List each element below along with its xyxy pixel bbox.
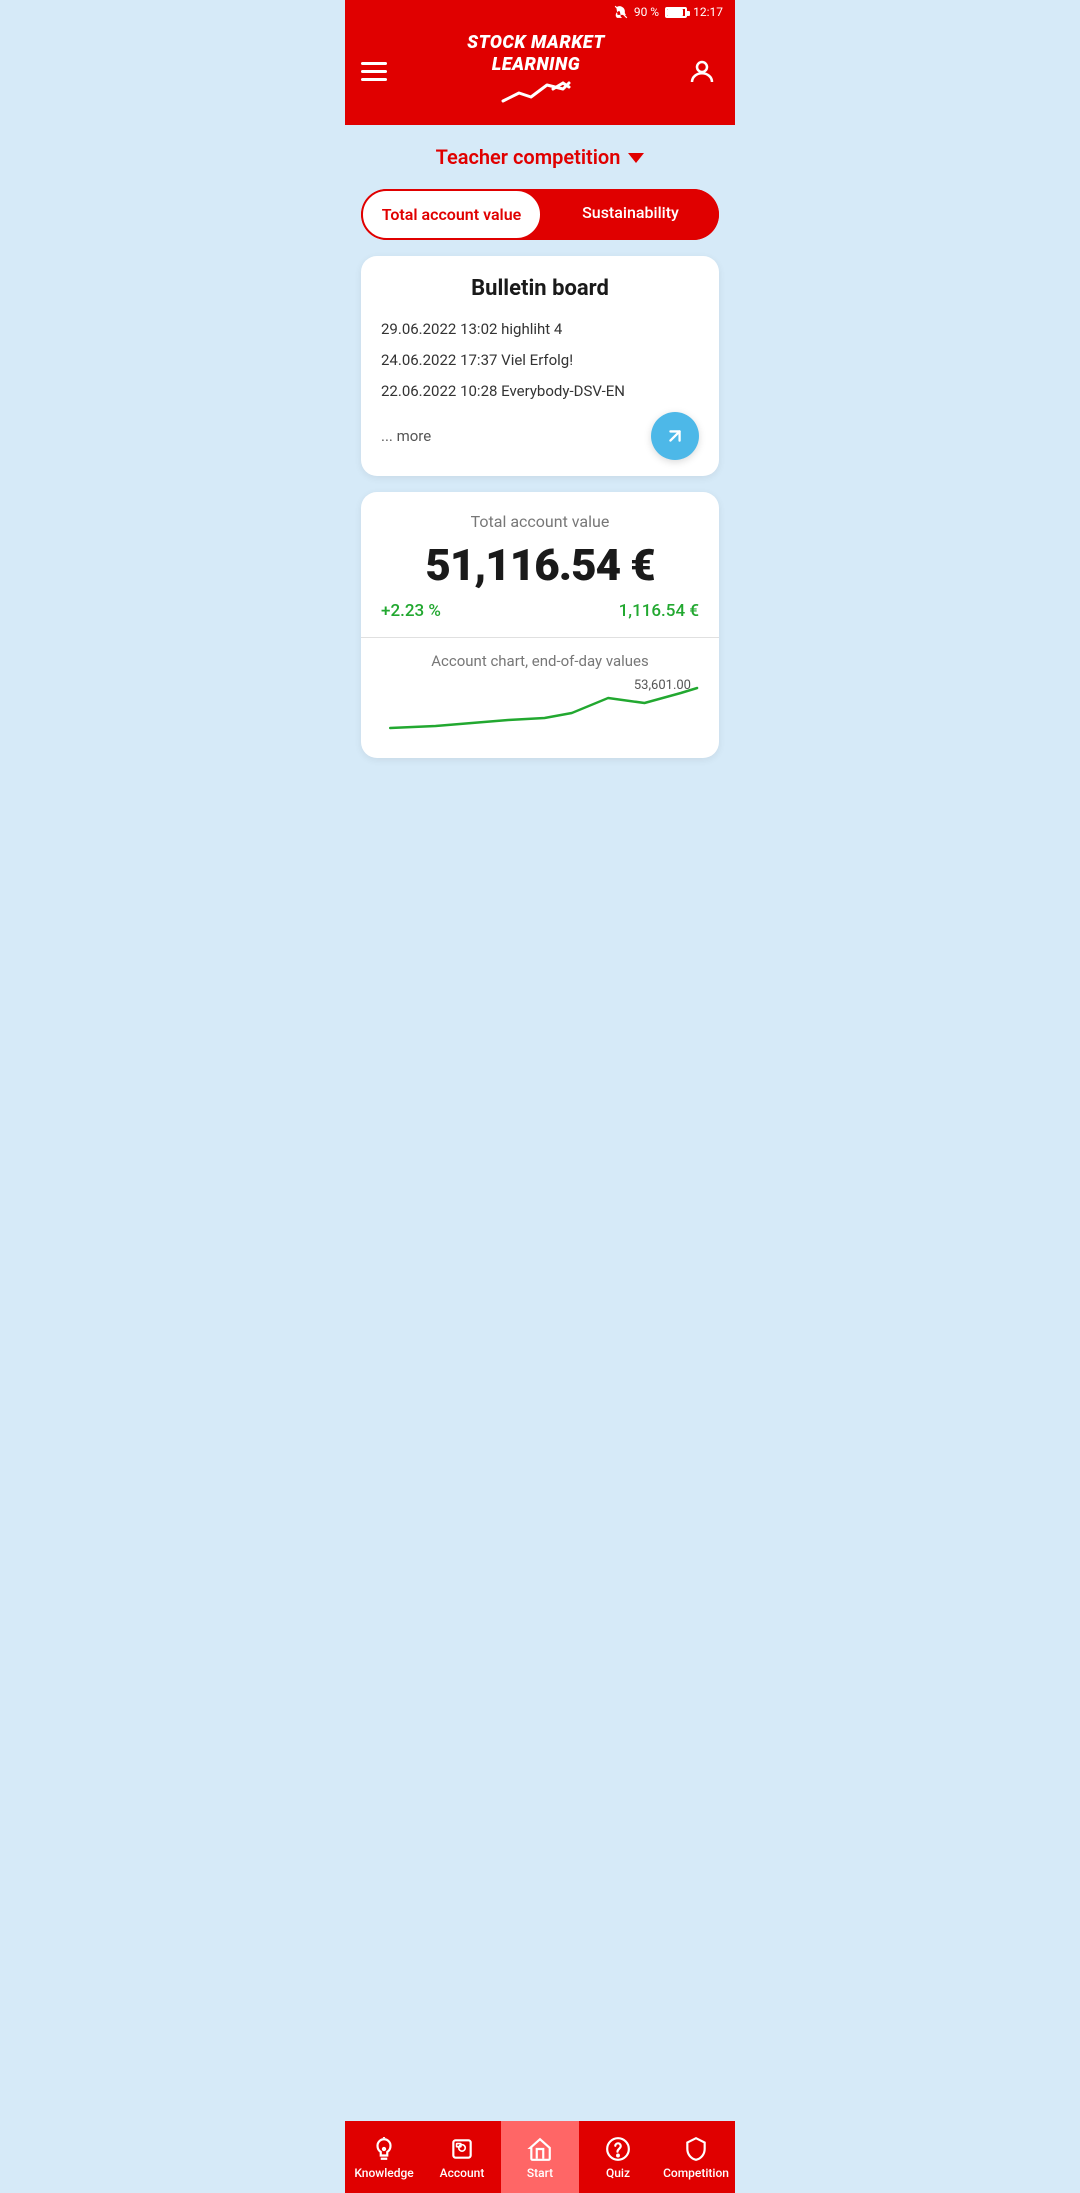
account-value-label: Total account value [381,512,699,531]
chart-label: Account chart, end-of-day values [381,638,699,678]
bulletin-entry-1: 29.06.2022 13:02 highliht 4 [381,319,699,340]
bottom-navigation: Knowledge Account Start Quiz Competition [345,2121,735,2193]
bulletin-navigate-button[interactable] [651,412,699,460]
status-bar: 90 % 12:17 [345,0,735,24]
main-content: Teacher competition Total account value … [345,125,735,838]
competition-selector[interactable]: Teacher competition [361,145,719,169]
nav-label-knowledge: Knowledge [354,2166,413,2180]
app-logo: STOCK MARKET LEARNING [467,32,605,111]
arrow-icon [664,425,686,447]
account-change-amount: 1,116.54 € [619,601,699,621]
nav-item-competition[interactable]: Competition [657,2121,735,2193]
bulletin-board-card: Bulletin board 29.06.2022 13:02 highliht… [361,256,719,476]
account-icon [449,2136,475,2162]
nav-item-quiz[interactable]: Quiz [579,2121,657,2193]
bulletin-entry-3: 22.06.2022 10:28 Everybody-DSV-EN [381,381,699,402]
account-value-card: Total account value 51,116.54 € +2.23 % … [361,492,719,758]
battery-percent: 90 % [634,5,659,19]
chevron-down-icon [628,153,644,163]
logo-chart-icon [501,79,571,111]
account-chart: 53,601.00 [381,678,699,758]
logo-text: STOCK MARKET LEARNING [467,32,605,75]
competition-label: Teacher competition [436,145,621,169]
bulb-icon [371,2136,397,2162]
bulletin-entry-2: 24.06.2022 17:37 Viel Erfolg! [381,350,699,371]
shield-icon [683,2136,709,2162]
account-sub-row: +2.23 % 1,116.54 € [381,601,699,637]
nav-item-account[interactable]: Account [423,2121,501,2193]
nav-label-account: Account [440,2166,485,2180]
nav-label-competition: Competition [663,2166,729,2180]
user-profile-button[interactable] [685,55,719,89]
quiz-icon [605,2136,631,2162]
user-icon [687,57,717,87]
view-tabs: Total account value Sustainability [361,189,719,240]
tab-sustainability[interactable]: Sustainability [542,189,719,240]
menu-button[interactable] [361,62,387,81]
clock: 12:17 [693,5,723,19]
nav-label-start: Start [527,2166,553,2180]
account-change-percent: +2.23 % [381,601,441,621]
more-link[interactable]: ... more [381,427,431,445]
bulletin-footer: ... more [381,412,699,460]
bulletin-board-title: Bulletin board [381,276,699,301]
home-icon [527,2136,553,2162]
chart-max-label: 53,601.00 [634,678,691,693]
battery-icon [665,7,687,18]
nav-item-start[interactable]: Start [501,2121,579,2193]
app-header: STOCK MARKET LEARNING [345,24,735,125]
tab-total-account-value[interactable]: Total account value [361,189,542,240]
account-value-amount: 51,116.54 € [381,539,699,591]
nav-label-quiz: Quiz [606,2166,630,2180]
nav-item-knowledge[interactable]: Knowledge [345,2121,423,2193]
bell-off-icon [614,5,628,19]
